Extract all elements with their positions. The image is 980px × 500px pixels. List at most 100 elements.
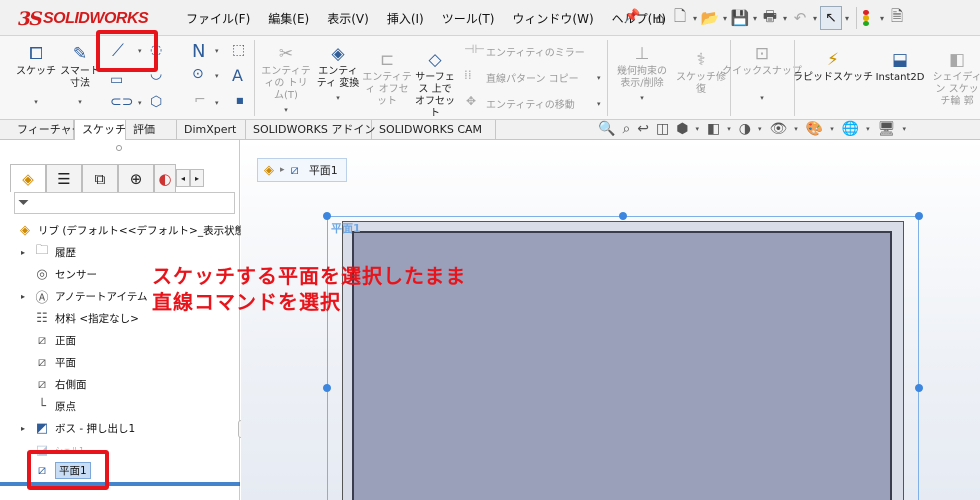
plane-handle[interactable] [915, 212, 923, 220]
instant2d-button[interactable]: ⬓ Instant2D [870, 48, 930, 84]
chevron-down-icon[interactable]: ▾ [34, 96, 38, 108]
chevron-down-icon[interactable]: ▾ [750, 14, 760, 23]
chevron-down-icon[interactable]: ▾ [336, 92, 340, 104]
tree-item-boss-extrude[interactable]: ▸ ◩ ボス - 押し出し1 [18, 418, 135, 438]
chevron-down-icon[interactable]: ▾ [902, 125, 906, 133]
display-style-icon[interactable]: ◑ [739, 121, 751, 137]
ellipse-tool-icon[interactable]: ⊙ [192, 66, 204, 82]
text-tool-icon[interactable]: A [232, 66, 243, 85]
property-manager-tab-icon[interactable]: ☰ [46, 164, 82, 192]
chevron-down-icon[interactable]: ▾ [597, 74, 601, 82]
edit-appearance-icon[interactable]: 🎨 [806, 121, 823, 137]
graphics-area[interactable]: ◈ ▸ ⧄ 平面1 平面1 [241, 140, 980, 500]
home-icon[interactable]: ⌂ [650, 7, 670, 29]
save-icon[interactable]: 💾 [730, 7, 750, 29]
tab-cam[interactable]: SOLIDWORKS CAM [372, 120, 496, 140]
undo-icon[interactable]: ↶ [790, 7, 810, 29]
menu-edit[interactable]: 編集(E) [268, 10, 309, 27]
chevron-down-icon[interactable]: ▾ [794, 125, 798, 133]
fillet-tool-icon[interactable]: ⌐ [194, 92, 206, 108]
offset-entities-button[interactable]: ⊏ エンティティ オフセット [362, 48, 412, 108]
rebuild-traffic-light-icon[interactable] [861, 8, 871, 28]
plane-handle[interactable] [323, 384, 331, 392]
menu-view[interactable]: 表示(V) [327, 10, 369, 27]
chevron-down-icon[interactable]: ▾ [78, 96, 82, 108]
rectangle-tool-icon[interactable]: ▭ [110, 72, 123, 88]
shaded-sketch-contours-button[interactable]: ◧ シェイディン スケッチ輪 郭 [934, 48, 980, 108]
plane-handle[interactable] [915, 384, 923, 392]
chevron-down-icon[interactable]: ▾ [810, 14, 820, 23]
move-icon[interactable]: ✥ [466, 94, 476, 108]
trim-entities-button[interactable]: ✂ エンティティの トリム(T) ▾ [260, 42, 312, 116]
view-settings-icon[interactable]: 🖥 [878, 121, 896, 137]
select-pointer-icon[interactable]: ↖ [820, 6, 842, 30]
chevron-down-icon[interactable]: ▾ [215, 99, 219, 107]
rapid-sketch-button[interactable]: ⚡ ラピッドスケッチ [793, 48, 873, 84]
polygon-tool-icon[interactable]: ⬡ [150, 94, 162, 110]
chevron-down-icon[interactable]: ▾ [866, 125, 870, 133]
tab-dimxpert[interactable]: DimXpert [177, 120, 246, 140]
chevron-down-icon[interactable]: ▾ [215, 72, 219, 80]
mirror-label[interactable]: エンティティのミラー [486, 44, 585, 59]
chevron-down-icon[interactable]: ▾ [138, 99, 142, 107]
chevron-down-icon[interactable]: ▾ [690, 14, 700, 23]
chevron-down-icon[interactable]: ▾ [215, 47, 219, 55]
chevron-down-icon[interactable]: ▾ [640, 92, 644, 104]
expand-icon[interactable]: ▸ [18, 424, 28, 433]
chevron-down-icon[interactable]: ▾ [830, 125, 834, 133]
tree-item-origin[interactable]: └ 原点 [33, 396, 76, 416]
dynamic-annotation-icon[interactable]: ⬢ [676, 121, 688, 137]
menu-window[interactable]: ウィンドウ(W) [512, 10, 593, 27]
tree-filter-input[interactable]: ⏷ [14, 192, 235, 214]
display-manager-tab-icon[interactable]: ◐ [154, 164, 176, 192]
feature-manager-tab-icon[interactable]: ◈ [10, 164, 46, 192]
quick-snaps-button[interactable]: ⊡ クイックスナップ ▾ [722, 42, 802, 104]
chevron-down-icon[interactable]: ▾ [695, 125, 699, 133]
tab-addins[interactable]: SOLIDWORKS アドイン [246, 120, 375, 140]
tab-evaluate[interactable]: 評価 [126, 120, 177, 140]
chevron-down-icon[interactable]: ▾ [727, 125, 731, 133]
chevron-down-icon[interactable]: ▾ [758, 125, 762, 133]
point-tool-icon[interactable]: ⬚ [232, 42, 245, 58]
chevron-down-icon[interactable]: ▾ [760, 92, 764, 104]
chevron-down-icon[interactable]: ▾ [780, 14, 790, 23]
linear-pattern-icon[interactable]: ⁞⁞ [464, 68, 472, 82]
linear-pattern-label[interactable]: 直線パターン コピー [486, 70, 579, 85]
breadcrumb[interactable]: ◈ ▸ ⧄ 平面1 [257, 158, 347, 182]
expand-icon[interactable]: ▸ [18, 292, 28, 301]
mirror-icon[interactable]: ⊣⊢ [464, 42, 485, 56]
new-document-icon[interactable]: 🗋 [670, 7, 690, 29]
tree-item-sensors[interactable]: ◎ センサー [33, 264, 97, 284]
file-properties-icon[interactable]: 🗎 [887, 7, 907, 29]
repair-sketch-button[interactable]: ⚕ スケッチ修 復 [676, 48, 726, 96]
dimxpert-manager-tab-icon[interactable]: ⊕ [118, 164, 154, 192]
zoom-area-icon[interactable]: ⌕ [622, 121, 630, 137]
zoom-to-fit-icon[interactable]: 🔍 [598, 121, 615, 137]
surface-offset-button[interactable]: ◇ サーフェス 上で オフセット [412, 48, 458, 120]
plane-tool-icon[interactable]: ■ [236, 96, 244, 105]
panel-grip-icon[interactable] [116, 145, 122, 151]
tree-item-material[interactable]: ☷ 材料 <指定なし> [33, 308, 139, 328]
chevron-down-icon[interactable]: ▾ [720, 14, 730, 23]
scroll-left-icon[interactable]: ◂ [176, 169, 190, 187]
sketch-button[interactable]: ⧠ スケッチ ▾ [16, 42, 56, 108]
convert-entities-button[interactable]: ◈ エンティティ 変換 ▾ [314, 42, 362, 104]
plane-handle[interactable] [619, 212, 627, 220]
section-view-icon[interactable]: ◫ [656, 121, 669, 137]
menu-tools[interactable]: ツール(T) [442, 10, 495, 27]
spline-tool-icon[interactable]: N [192, 41, 205, 62]
scroll-right-icon[interactable]: ▸ [190, 169, 204, 187]
tree-item-front-plane[interactable]: ⧄ 正面 [33, 330, 76, 350]
pin-icon[interactable]: 📌 [624, 9, 640, 24]
open-folder-icon[interactable]: 📂 [700, 7, 720, 29]
chevron-down-icon[interactable]: ▾ [597, 100, 601, 108]
tree-item-right-plane[interactable]: ⧄ 右側面 [33, 374, 87, 394]
chevron-down-icon[interactable]: ▾ [842, 14, 852, 23]
tab-sketch[interactable]: スケッチ [74, 120, 126, 140]
tree-item-annotations[interactable]: ▸ Ⓐ アノテートアイテム [18, 286, 148, 306]
hide-show-items-icon[interactable]: 👁 [769, 121, 787, 137]
print-icon[interactable]: 🖶 [760, 7, 780, 29]
menu-insert[interactable]: 挿入(I) [387, 10, 424, 27]
tree-item-history[interactable]: ▸ 🗀 履歴 [18, 242, 76, 262]
chevron-down-icon[interactable]: ▾ [877, 14, 887, 23]
